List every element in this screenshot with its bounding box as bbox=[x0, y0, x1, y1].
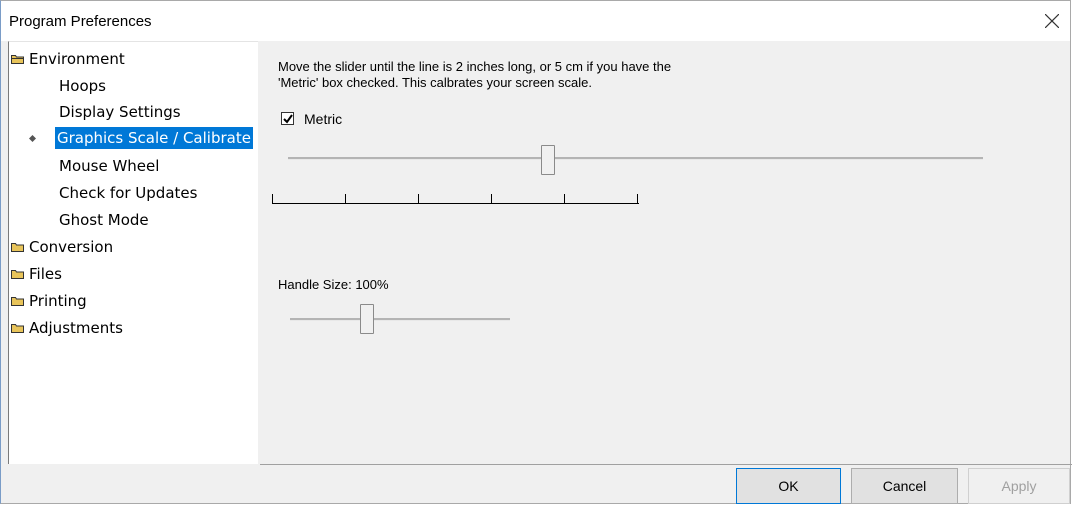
checkmark-icon bbox=[283, 114, 293, 124]
tree-item-label: Conversion bbox=[29, 238, 114, 256]
tree-item-label: Files bbox=[29, 265, 62, 283]
tree-item-label: Environment bbox=[29, 50, 125, 68]
handle-size-slider-thumb[interactable] bbox=[360, 304, 374, 334]
ok-button[interactable]: OK bbox=[736, 468, 841, 504]
tree-item-label: Ghost Mode bbox=[59, 211, 149, 229]
handle-size-label: Handle Size: 100% bbox=[278, 277, 389, 292]
folder-open-icon bbox=[11, 55, 24, 64]
description-line-1: Move the slider until the line is 2 inch… bbox=[278, 59, 672, 74]
metric-checkbox[interactable] bbox=[281, 112, 294, 125]
preferences-window: Program Preferences Environment Hoops Di… bbox=[0, 0, 1072, 504]
folder-icon bbox=[11, 297, 24, 306]
scale-slider-thumb[interactable] bbox=[541, 145, 555, 175]
handle-size-slider-track[interactable] bbox=[290, 318, 510, 321]
scale-slider-track[interactable] bbox=[288, 157, 983, 160]
calibrate-description: Move the slider until the line is 2 inch… bbox=[278, 59, 671, 91]
tree-item-label: Graphics Scale / Calibrate bbox=[55, 127, 253, 149]
tree-item-adjustments[interactable]: Adjustments bbox=[11, 317, 125, 339]
ruler-tick bbox=[272, 194, 273, 203]
tree-item-label: Hoops bbox=[59, 77, 106, 95]
tree-item-conversion[interactable]: Conversion bbox=[11, 236, 115, 258]
close-icon bbox=[1045, 14, 1059, 28]
tree-item-mouse-wheel[interactable]: Mouse Wheel bbox=[57, 155, 161, 177]
window-title: Program Preferences bbox=[9, 13, 152, 30]
folder-icon bbox=[11, 243, 24, 252]
ruler-tick bbox=[491, 194, 492, 203]
ruler-tick bbox=[564, 194, 565, 203]
button-bar-separator bbox=[260, 464, 1072, 465]
tree-item-label: Check for Updates bbox=[59, 184, 198, 202]
folder-icon bbox=[11, 324, 24, 333]
tree-item-label: Printing bbox=[29, 292, 87, 310]
current-item-arrow-icon bbox=[29, 135, 36, 142]
title-bar: Program Preferences bbox=[1, 1, 1070, 41]
close-button[interactable] bbox=[1038, 7, 1066, 35]
apply-button[interactable]: Apply bbox=[968, 468, 1070, 504]
tree-item-environment[interactable]: Environment bbox=[11, 48, 127, 70]
metric-label: Metric bbox=[304, 111, 343, 127]
ruler-tick bbox=[345, 194, 346, 203]
tree-item-check-for-updates[interactable]: Check for Updates bbox=[57, 182, 199, 204]
folder-icon bbox=[11, 270, 24, 279]
calibrate-panel: Move the slider until the line is 2 inch… bbox=[260, 41, 1071, 464]
tree-item-label: Adjustments bbox=[29, 319, 123, 337]
tree-item-display-settings[interactable]: Display Settings bbox=[57, 101, 183, 123]
ruler-tick bbox=[637, 194, 638, 203]
tree-item-label: Display Settings bbox=[59, 103, 181, 121]
ruler-tick bbox=[418, 194, 419, 203]
tree-item-hoops[interactable]: Hoops bbox=[57, 75, 108, 97]
ruler-baseline bbox=[272, 203, 639, 204]
tree-item-printing[interactable]: Printing bbox=[11, 290, 89, 312]
settings-tree[interactable]: Environment Hoops Display Settings Graph… bbox=[8, 41, 258, 464]
tree-item-files[interactable]: Files bbox=[11, 263, 64, 285]
tree-item-ghost-mode[interactable]: Ghost Mode bbox=[57, 209, 151, 231]
description-line-2: 'Metric' box checked. This calbrates you… bbox=[278, 75, 592, 90]
cancel-button[interactable]: Cancel bbox=[851, 468, 958, 504]
tree-item-label: Mouse Wheel bbox=[59, 157, 160, 175]
tree-item-graphics-scale[interactable]: Graphics Scale / Calibrate bbox=[29, 127, 253, 149]
